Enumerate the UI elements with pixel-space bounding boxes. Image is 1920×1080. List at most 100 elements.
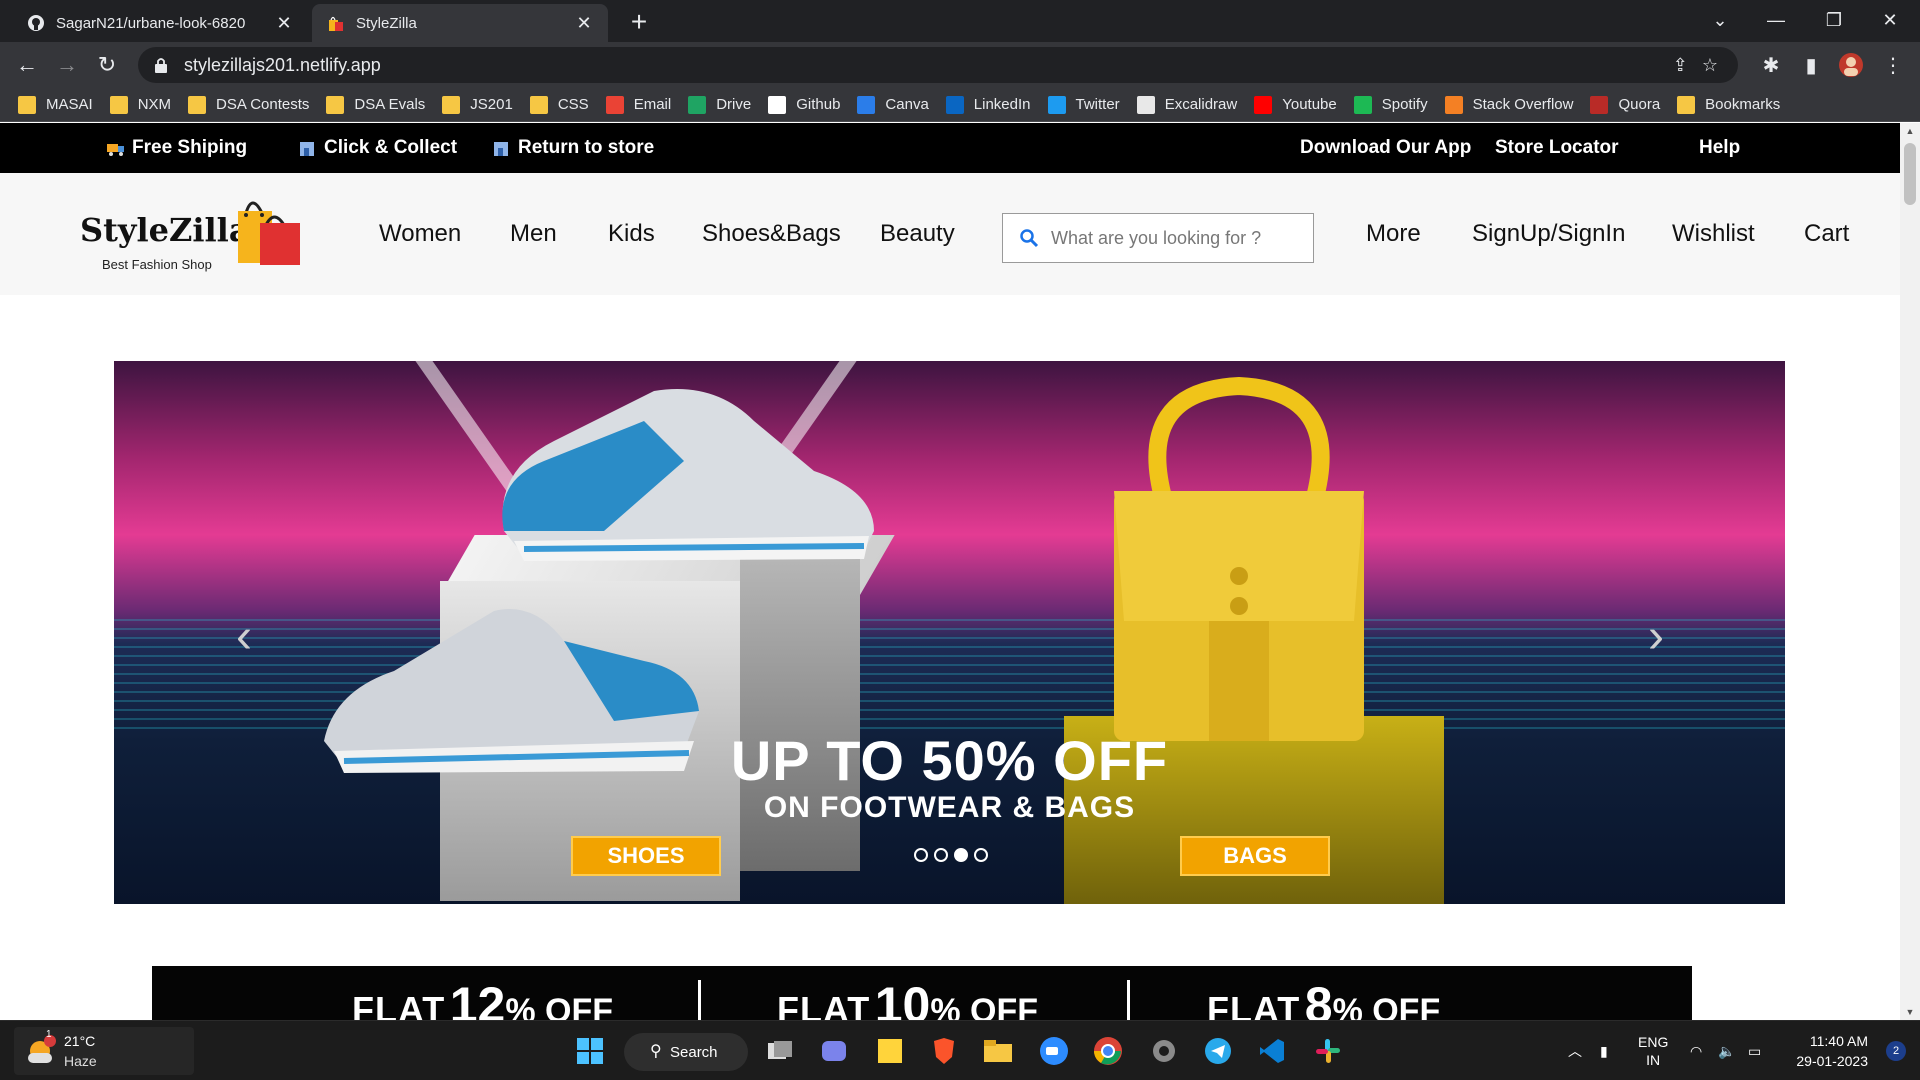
bookmark-item[interactable]: LinkedIn: [945, 95, 1031, 114]
start-icon[interactable]: [572, 1033, 608, 1069]
tab-title: SagarN21/urbane-look-6820: [56, 14, 246, 32]
chrome-menu-icon[interactable]: ⋮: [1878, 50, 1908, 80]
profile-avatar[interactable]: [1836, 50, 1866, 80]
free-shipping-link[interactable]: Free Shiping: [106, 123, 247, 173]
reload-icon[interactable]: ↻: [92, 50, 122, 80]
store-locator-link[interactable]: Store Locator: [1495, 123, 1619, 173]
forward-icon[interactable]: →: [52, 50, 82, 80]
carousel-prev-icon[interactable]: ‹: [224, 610, 264, 663]
browser-tab-bar: SagarN21/urbane-look-6820 ✕ StyleZilla ✕…: [0, 0, 1920, 42]
new-tab-button[interactable]: +: [622, 6, 656, 40]
bookmark-item[interactable]: Bookmarks: [1677, 95, 1780, 114]
nav-wishlist[interactable]: Wishlist: [1672, 173, 1755, 295]
notification-badge[interactable]: 2: [1886, 1041, 1906, 1061]
slack-icon[interactable]: [1310, 1033, 1346, 1069]
nav-women[interactable]: Women: [379, 173, 461, 295]
bookmark-item[interactable]: Excalidraw: [1136, 95, 1237, 114]
chrome-icon[interactable]: [1090, 1033, 1126, 1069]
scroll-up-icon[interactable]: ▲: [1900, 123, 1920, 139]
shoes-button[interactable]: SHOES: [571, 836, 721, 876]
scroll-down-icon[interactable]: ▼: [1900, 1004, 1920, 1020]
volume-icon[interactable]: 🔈: [1718, 1021, 1735, 1080]
bookmark-item[interactable]: DSA Evals: [326, 95, 425, 114]
bookmark-item[interactable]: Youtube: [1254, 95, 1337, 114]
twitter-icon: [1047, 95, 1066, 114]
battery-icon[interactable]: ▭: [1748, 1021, 1761, 1080]
click-collect-link[interactable]: Click & Collect: [298, 123, 457, 173]
extensions-icon[interactable]: ✱: [1756, 50, 1786, 80]
taskbar-search[interactable]: ⚲ Search: [624, 1033, 748, 1071]
zoom-icon[interactable]: [1036, 1033, 1072, 1069]
file-explorer-icon[interactable]: [980, 1033, 1016, 1069]
download-app-link[interactable]: Download Our App: [1300, 123, 1471, 173]
teams-chat-icon[interactable]: [816, 1033, 852, 1069]
back-icon[interactable]: ←: [12, 50, 42, 80]
bookmark-item[interactable]: Quora: [1590, 95, 1660, 114]
offer-percent-label: % OFF: [1332, 992, 1441, 1020]
tray-app-icon[interactable]: ▮: [1600, 1021, 1608, 1080]
bookmark-item[interactable]: Email: [605, 95, 671, 114]
offer-10[interactable]: FLAT 10% OFF: [777, 976, 1038, 1020]
minimize-icon[interactable]: —: [1748, 0, 1804, 40]
tray-overflow-icon[interactable]: ︿: [1568, 1021, 1582, 1080]
language-indicator[interactable]: ENG IN: [1638, 1021, 1668, 1080]
help-link[interactable]: Help: [1699, 123, 1740, 173]
site-logo[interactable]: StyleZilla Best Fashion Shop: [80, 191, 310, 281]
bookmark-item[interactable]: MASAI: [18, 95, 93, 114]
bookmark-item[interactable]: Stack Overflow: [1444, 95, 1573, 114]
bookmark-item[interactable]: Github: [768, 95, 840, 114]
return-store-link[interactable]: Return to store: [492, 123, 654, 173]
carousel-next-icon[interactable]: ›: [1636, 610, 1676, 663]
carousel-dot[interactable]: [914, 848, 928, 862]
sneaker-image-top: [502, 389, 874, 561]
bookmark-item[interactable]: Drive: [688, 95, 751, 114]
bookmark-item[interactable]: CSS: [529, 95, 589, 114]
carousel-dot[interactable]: [974, 848, 988, 862]
close-tab-icon[interactable]: ✕: [274, 13, 294, 34]
tab-github[interactable]: SagarN21/urbane-look-6820 ✕: [12, 4, 308, 42]
offer-flat-label: FLAT: [352, 989, 446, 1020]
side-panel-icon[interactable]: ▮: [1796, 50, 1826, 80]
bookmark-item[interactable]: NXM: [109, 95, 171, 114]
tab-search-chevron-icon[interactable]: ⌄: [1692, 0, 1748, 40]
bookmark-item[interactable]: Canva: [857, 95, 929, 114]
bookmark-star-icon[interactable]: ☆: [1702, 55, 1718, 76]
search-box[interactable]: [1002, 213, 1314, 263]
bags-button[interactable]: BAGS: [1180, 836, 1330, 876]
telegram-icon[interactable]: [1200, 1033, 1236, 1069]
scroll-thumb[interactable]: [1904, 143, 1916, 205]
task-view-icon[interactable]: [762, 1033, 798, 1069]
sticky-notes-icon[interactable]: [872, 1033, 908, 1069]
vscode-icon[interactable]: [1254, 1033, 1290, 1069]
close-window-icon[interactable]: ✕: [1862, 0, 1918, 40]
bookmark-item[interactable]: Spotify: [1353, 95, 1428, 114]
offer-percent-label: % OFF: [505, 992, 614, 1020]
nav-beauty[interactable]: Beauty: [880, 173, 955, 295]
nav-more[interactable]: More: [1366, 173, 1421, 295]
weather-widget[interactable]: 1 21°C Haze: [14, 1027, 194, 1075]
bookmark-item[interactable]: JS201: [442, 95, 513, 114]
tab-stylezilla[interactable]: StyleZilla ✕: [312, 4, 608, 42]
address-bar[interactable]: stylezillajs201.netlify.app ⇪ ☆: [138, 47, 1738, 83]
offer-8[interactable]: FLAT 8% OFF: [1207, 976, 1440, 1020]
nav-signup-signin[interactable]: SignUp/SignIn: [1472, 173, 1625, 295]
restore-icon[interactable]: ❐: [1806, 0, 1862, 40]
clock[interactable]: 11:40 AM 29-01-2023: [1796, 1031, 1868, 1071]
brave-icon[interactable]: [926, 1033, 962, 1069]
page-scrollbar[interactable]: ▲ ▼: [1900, 123, 1920, 1020]
wifi-icon[interactable]: ◠: [1690, 1021, 1702, 1080]
bookmark-item[interactable]: Twitter: [1047, 95, 1120, 114]
share-icon[interactable]: ⇪: [1673, 55, 1688, 76]
close-tab-icon[interactable]: ✕: [574, 13, 594, 34]
hero-carousel[interactable]: UP TO 50% OFF ON FOOTWEAR & BAGS SHOES B…: [114, 361, 1785, 904]
carousel-dot[interactable]: [934, 848, 948, 862]
nav-men[interactable]: Men: [510, 173, 557, 295]
search-input[interactable]: [1051, 227, 1301, 249]
nav-kids[interactable]: Kids: [608, 173, 655, 295]
carousel-dot[interactable]: [954, 848, 968, 862]
settings-icon[interactable]: [1146, 1033, 1182, 1069]
nav-shoes-bags[interactable]: Shoes&Bags: [702, 173, 841, 295]
offer-12[interactable]: FLAT 12% OFF: [352, 976, 613, 1020]
nav-cart[interactable]: Cart: [1804, 173, 1849, 295]
bookmark-item[interactable]: DSA Contests: [188, 95, 309, 114]
